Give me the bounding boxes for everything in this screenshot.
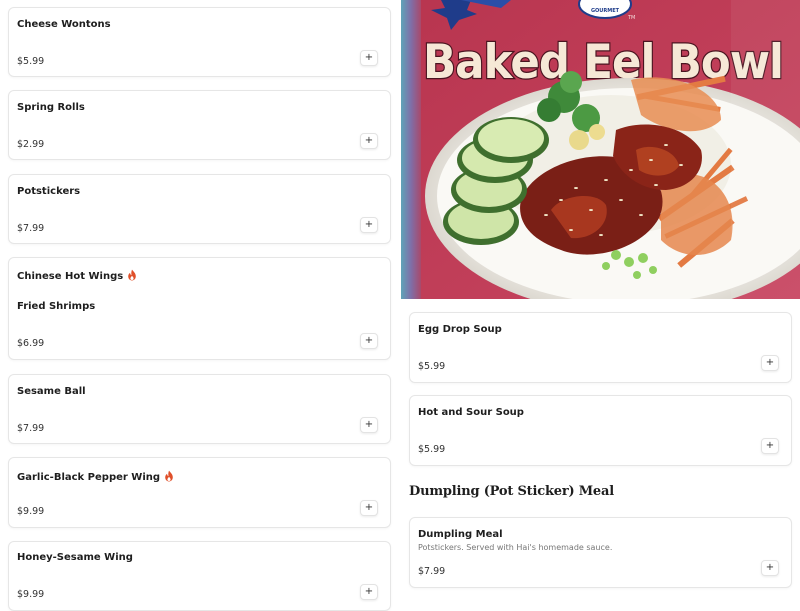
item-price: $9.99 bbox=[17, 589, 45, 600]
item-name: Cheese Wontons bbox=[17, 19, 111, 30]
menu-item-card[interactable]: Garlic-Black Pepper Wing $9.99 + bbox=[8, 457, 391, 528]
menu-item-card[interactable]: Egg Drop Soup $5.99 + bbox=[409, 312, 792, 383]
item-description: Potstickers. Served with Hai's homemade … bbox=[418, 543, 613, 552]
spicy-icon bbox=[165, 470, 173, 482]
menu-item-card[interactable]: Chinese Hot Wings Fried Shrimps $6.99 + bbox=[8, 257, 391, 360]
menu-item-card[interactable]: Sesame Ball $7.99 + bbox=[8, 374, 391, 444]
item-name: Egg Drop Soup bbox=[418, 324, 502, 335]
spicy-icon bbox=[128, 269, 137, 281]
item-price: $5.99 bbox=[17, 56, 45, 67]
menu-item-card[interactable]: Potstickers $7.99 + bbox=[8, 174, 391, 244]
item-price: $2.99 bbox=[17, 139, 45, 150]
add-button[interactable]: + bbox=[761, 560, 779, 576]
menu-item-card[interactable]: Cheese Wontons $5.99 + bbox=[8, 7, 391, 77]
item-name: Sesame Ball bbox=[17, 386, 86, 397]
add-button[interactable]: + bbox=[360, 333, 378, 349]
item-name-text: Chinese Hot Wings bbox=[17, 271, 124, 282]
badge-text: GOURMET bbox=[591, 8, 620, 14]
add-button[interactable]: + bbox=[360, 584, 378, 600]
section-heading: Dumpling (Pot Sticker) Meal bbox=[409, 484, 614, 499]
baked-eel-bowl-image: GOURMET TM Baked Eel Bowl bbox=[401, 0, 800, 299]
add-button[interactable]: + bbox=[360, 417, 378, 433]
item-price: $5.99 bbox=[418, 361, 446, 372]
item-price: $7.99 bbox=[17, 423, 45, 434]
add-button[interactable]: + bbox=[761, 438, 779, 454]
item-name: Potstickers bbox=[17, 186, 81, 197]
item-price: $6.99 bbox=[17, 338, 45, 349]
item-name-text: Garlic-Black Pepper Wing bbox=[17, 472, 161, 483]
item-name: Honey-Sesame Wing bbox=[17, 552, 133, 563]
menu-item-card[interactable]: Honey-Sesame Wing $9.99 + bbox=[8, 541, 391, 611]
item-name: Spring Rolls bbox=[17, 102, 85, 113]
dish-photo: GOURMET TM Baked Eel Bowl bbox=[401, 0, 800, 299]
item-name: Fried Shrimps bbox=[17, 301, 96, 312]
menu-item-card[interactable]: Dumpling Meal Potstickers. Served with H… bbox=[409, 517, 792, 588]
item-price: $5.99 bbox=[418, 444, 446, 455]
add-button[interactable]: + bbox=[360, 217, 378, 233]
tm-mark: TM bbox=[627, 15, 635, 21]
add-button[interactable]: + bbox=[360, 500, 378, 516]
item-price: $7.99 bbox=[17, 223, 45, 234]
add-button[interactable]: + bbox=[360, 133, 378, 149]
add-button[interactable]: + bbox=[761, 355, 779, 371]
menu-item-card[interactable]: Spring Rolls $2.99 + bbox=[8, 90, 391, 160]
menu-item-card[interactable]: Hot and Sour Soup $5.99 + bbox=[409, 395, 792, 466]
item-name: Chinese Hot Wings bbox=[17, 269, 137, 282]
item-name: Dumpling Meal bbox=[418, 529, 503, 540]
item-name: Garlic-Black Pepper Wing bbox=[17, 470, 174, 483]
add-button[interactable]: + bbox=[360, 50, 378, 66]
item-price: $7.99 bbox=[418, 566, 446, 577]
item-price: $9.99 bbox=[17, 506, 45, 517]
item-name: Hot and Sour Soup bbox=[418, 407, 524, 418]
